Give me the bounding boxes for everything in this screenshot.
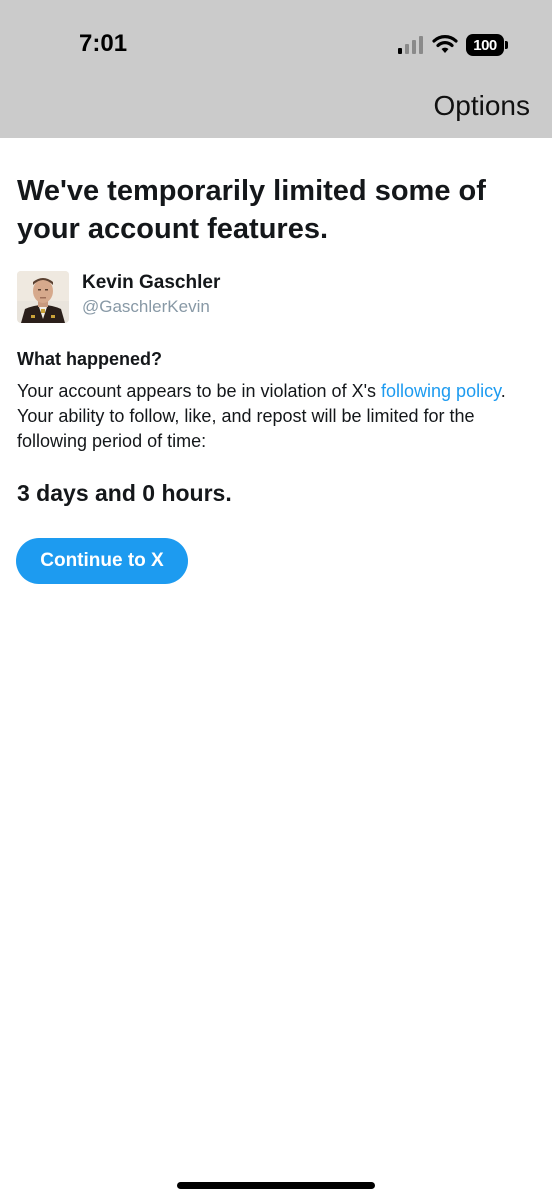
what-happened-heading: What happened? [17, 349, 162, 369]
user-handle: @GaschlerKevin [82, 297, 210, 316]
options-button[interactable]: Options [434, 90, 531, 122]
explanation-text: Your account appears to be in violation … [17, 379, 537, 454]
battery-level: 100 [466, 34, 504, 56]
top-bar: 7:01 100 Options [0, 0, 552, 138]
explanation-text-start: Your account appears to be in violation … [17, 381, 382, 401]
following-policy-link[interactable]: following policy [381, 381, 501, 401]
status-time: 7:01 [79, 30, 128, 57]
page-title: We've temporarily limited some of your a… [17, 175, 486, 245]
battery-cap [505, 41, 508, 49]
battery-icon: 100 [466, 34, 508, 56]
status-icons: 100 [398, 32, 508, 58]
user-name: Kevin Gaschler [82, 272, 221, 293]
home-indicator[interactable] [177, 1182, 375, 1189]
avatar [17, 271, 69, 323]
limit-duration: 3 days and 0 hours. [17, 480, 232, 506]
cellular-signal-icon [398, 36, 423, 54]
wifi-icon [432, 35, 458, 53]
continue-button[interactable]: Continue to X [16, 538, 188, 584]
